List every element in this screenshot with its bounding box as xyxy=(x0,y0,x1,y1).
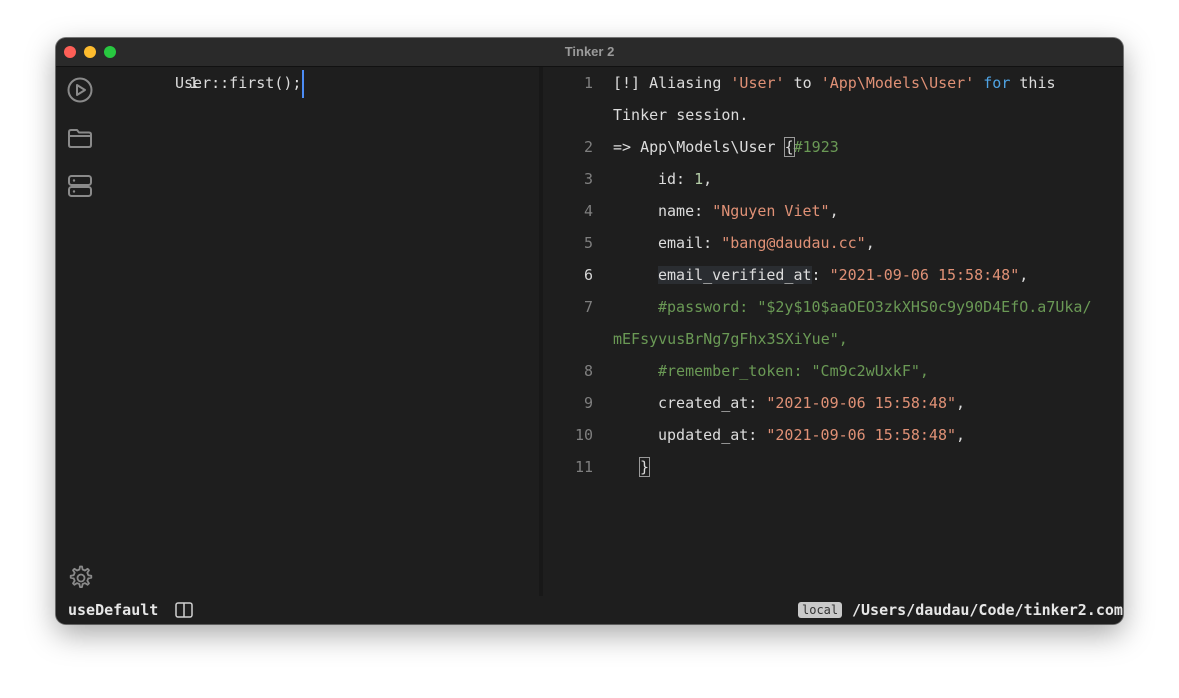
output-line: updated_at: "2021-09-06 15:58:48", xyxy=(658,419,965,451)
output-text: [!] Aliasing xyxy=(613,74,731,92)
output-line: Tinker session. xyxy=(613,106,749,124)
property-value: "2021-09-06 15:58:48" xyxy=(829,266,1020,284)
property-value: "bang@daudau.cc" xyxy=(721,234,866,252)
comma: , xyxy=(956,394,966,412)
project-path[interactable]: /Users/daudau/Code/tinker2.com xyxy=(852,601,1123,619)
output-keyword: for xyxy=(974,74,1011,92)
line-number: 7 xyxy=(583,298,593,316)
line-number: 11 xyxy=(574,458,593,476)
output-text: this xyxy=(1010,74,1056,92)
property-value: 1 xyxy=(694,170,704,188)
output-line: created_at: "2021-09-06 15:58:48", xyxy=(658,387,965,419)
output-string: 'User' xyxy=(730,74,785,92)
line-number: 3 xyxy=(583,170,593,188)
text-cursor xyxy=(302,69,305,98)
matched-bracket: { xyxy=(783,137,795,157)
output-string: 'App\Models\User' xyxy=(820,74,975,92)
line-number: 9 xyxy=(583,394,593,412)
app-window: Tinker 2 1 User::first(); 1 [!] Aliasing… xyxy=(56,38,1123,624)
object-id: #1923 xyxy=(793,138,839,156)
property-key: email: xyxy=(658,234,722,252)
property-key: created_at: xyxy=(658,394,767,412)
output-line: name: "Nguyen Viet", xyxy=(658,195,839,227)
window-title: Tinker 2 xyxy=(564,44,615,59)
line-number: 4 xyxy=(583,202,593,220)
sidebar xyxy=(56,67,106,596)
folder-icon[interactable] xyxy=(66,124,94,152)
gear-icon[interactable] xyxy=(66,564,94,592)
comma: , xyxy=(1019,266,1029,284)
environment-badge: local xyxy=(798,602,843,618)
comma: , xyxy=(865,234,875,252)
property-value: "2021-09-06 15:58:48" xyxy=(766,426,957,444)
title-bar: Tinker 2 xyxy=(56,38,1123,67)
output-line: mEFsyvusBrNg7gFhx3SXiYue", xyxy=(613,330,848,348)
comma: , xyxy=(829,202,839,220)
output-line: email: "bang@daudau.cc", xyxy=(658,227,875,259)
output-text: to xyxy=(784,74,821,92)
output-line: => App\Models\User {#1923 xyxy=(613,131,839,163)
property-key: name: xyxy=(658,202,713,220)
line-number: 1 xyxy=(583,74,593,92)
split-layout-icon[interactable] xyxy=(175,602,193,618)
output-text: => App\Models\User xyxy=(613,138,785,156)
code-line[interactable]: User::first(); xyxy=(175,67,305,99)
server-icon[interactable] xyxy=(66,172,94,200)
line-number: 8 xyxy=(583,362,593,380)
status-bar: useDefault local /Users/daudau/Code/tink… xyxy=(56,596,1123,624)
code-editor[interactable]: 1 User::first(); xyxy=(106,67,538,596)
output-line: #remember_token: "Cm9c2wUxkF", xyxy=(658,362,929,380)
line-number: 6 xyxy=(583,266,593,284)
property-value: "2021-09-06 15:58:48" xyxy=(766,394,957,412)
play-circle-icon[interactable] xyxy=(66,76,94,104)
line-number: 10 xyxy=(574,426,593,444)
code-text: User::first(); xyxy=(175,74,302,92)
property-key: updated_at: xyxy=(658,426,767,444)
highlighted-word: email_verified_at xyxy=(658,266,812,284)
line-number: 2 xyxy=(583,138,593,156)
matched-bracket: } xyxy=(638,457,651,477)
output-line: [!] Aliasing 'User' to 'App\Models\User'… xyxy=(613,67,1056,99)
output-line: id: 1, xyxy=(658,163,712,195)
line-number: 5 xyxy=(583,234,593,252)
comma: , xyxy=(956,426,966,444)
output-line: } xyxy=(638,451,651,483)
output-pane[interactable]: 1 [!] Aliasing 'User' to 'App\Models\Use… xyxy=(543,67,1123,596)
property-value: "Nguyen Viet" xyxy=(712,202,830,220)
comma: , xyxy=(703,170,713,188)
property-key: id: xyxy=(658,170,695,188)
output-line: email_verified_at: "2021-09-06 15:58:48"… xyxy=(658,259,1028,291)
output-line: #password: "$2y$10$aaOEO3zkXHS0c9y90D4Ef… xyxy=(658,298,1092,316)
colon: : xyxy=(811,266,830,284)
status-mode-label[interactable]: useDefault xyxy=(68,601,158,619)
